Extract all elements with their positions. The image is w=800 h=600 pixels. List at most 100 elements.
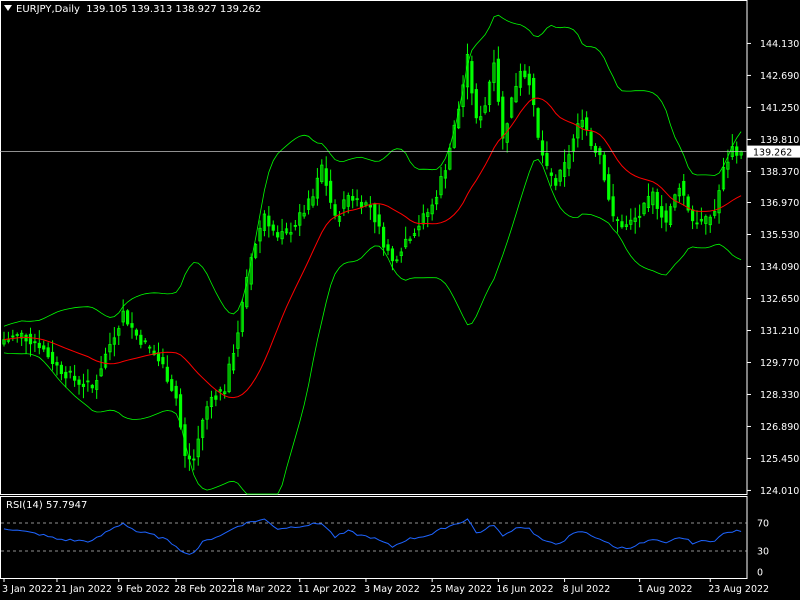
y-tick-label: 126.890 — [760, 422, 799, 433]
candle-body — [695, 222, 699, 225]
candle-body — [81, 383, 86, 387]
candle-body — [174, 385, 178, 399]
candle-body — [90, 384, 94, 389]
candle-body — [501, 96, 505, 139]
chevron-down-icon[interactable] — [4, 5, 12, 11]
ohlc-readout: 139.105 139.313 138.927 139.262 — [86, 4, 262, 15]
y-tick-label: 138.370 — [760, 167, 799, 178]
candle-body — [377, 214, 381, 227]
chart-canvas: 139.262 144.130 142.690 141.250 139.810 138.3… — [0, 0, 800, 600]
candle-body — [33, 341, 37, 344]
y-tick-label: 136.970 — [760, 198, 799, 209]
candle-body — [532, 77, 536, 106]
candle-body — [77, 379, 81, 385]
candle-body — [368, 204, 372, 208]
y-tick-label: 135.530 — [760, 230, 799, 241]
y-tick-label: 124.010 — [760, 486, 799, 497]
candle-body — [585, 117, 589, 131]
x-tick-label: 21 Jan 2022 — [55, 584, 112, 595]
rsi-tick-label: 0 — [757, 568, 763, 579]
candle-body — [11, 335, 15, 338]
candle-body — [293, 225, 297, 227]
candle-body — [161, 357, 165, 365]
candle-body — [474, 89, 478, 119]
candle-body — [690, 209, 695, 222]
x-tick-label: 11 Apr 2022 — [298, 584, 357, 595]
candle-body — [139, 334, 143, 345]
candle-body — [134, 329, 139, 336]
candle-body — [192, 458, 196, 461]
candle-body — [545, 152, 549, 166]
x-tick-label: 9 Feb 2022 — [117, 584, 170, 595]
y-tick-label: 142.690 — [760, 71, 799, 82]
rsi-tick-label: 70 — [757, 519, 769, 530]
candle-body — [28, 333, 33, 345]
candle-body — [382, 226, 386, 248]
candle-body — [37, 342, 41, 349]
x-tick-label: 23 Aug 2022 — [708, 584, 769, 595]
x-tick-label: 8 Jul 2022 — [563, 584, 611, 595]
candle-body — [523, 70, 527, 78]
candle-body — [664, 210, 668, 223]
candle-body — [156, 352, 161, 362]
x-tick-label: 25 May 2022 — [430, 584, 492, 595]
candle-body — [276, 232, 280, 238]
candle-body — [46, 347, 50, 358]
candle-body — [496, 58, 500, 102]
symbol-label: EURJPY,Daily — [16, 4, 80, 15]
y-tick-label: 141.250 — [760, 103, 799, 114]
candle-body — [549, 172, 553, 176]
y-tick-label: 134.090 — [760, 262, 799, 273]
x-tick-label: 18 Mar 2022 — [232, 584, 292, 595]
candle-body — [602, 154, 606, 181]
candle-body — [170, 379, 174, 391]
candle-body — [386, 244, 390, 251]
candle-body — [660, 206, 664, 218]
y-tick-label: 131.210 — [760, 326, 799, 337]
candle-body — [183, 424, 187, 456]
candle-body — [620, 221, 624, 228]
candle-body — [125, 310, 130, 325]
candle-body — [540, 140, 545, 156]
candle-body — [64, 371, 68, 379]
candle-body — [607, 174, 611, 200]
y-tick-label: 125.450 — [760, 454, 799, 465]
candle-body — [267, 215, 271, 227]
x-tick-label: 1 Aug 2022 — [638, 584, 693, 595]
candle-body — [333, 204, 337, 216]
y-tick-label: 144.130 — [760, 39, 799, 50]
candle-body — [536, 108, 540, 138]
candle-body — [329, 180, 333, 203]
candle-body — [178, 394, 183, 428]
rsi-header: RSI(14) 57.7947 — [6, 500, 88, 511]
x-tick-label: 16 Jun 2022 — [496, 584, 553, 595]
candle-body — [86, 380, 90, 383]
y-tick-label: 128.330 — [760, 390, 799, 401]
x-tick-label: 28 Feb 2022 — [174, 584, 233, 595]
y-tick-label: 129.770 — [760, 358, 799, 369]
candle-body — [655, 191, 659, 209]
candle-body — [359, 201, 364, 208]
candle-body — [165, 366, 169, 382]
x-tick-label: 3 Jan 2022 — [2, 584, 53, 595]
candle-body — [187, 455, 191, 460]
candle-body — [214, 395, 218, 400]
candle-body — [59, 364, 63, 375]
y-tick-label: 139.810 — [760, 135, 799, 146]
candle-body — [373, 203, 377, 223]
candle-body — [50, 351, 55, 365]
candle-body — [130, 323, 134, 328]
y-tick-label: 132.650 — [760, 294, 799, 305]
candle-body — [611, 196, 615, 217]
candle-body — [55, 362, 59, 366]
candle-body — [527, 73, 531, 86]
x-tick-label: 3 May 2022 — [364, 584, 420, 595]
chart-header[interactable]: EURJPY,Daily 139.105 139.313 138.927 139… — [4, 3, 261, 17]
candle-body — [470, 61, 474, 94]
candle-body — [554, 178, 558, 186]
candle-body — [271, 224, 275, 231]
candle-body — [24, 334, 28, 342]
candle-body — [351, 196, 355, 201]
candle-body — [682, 180, 686, 196]
rsi-tick-label: 30 — [757, 547, 769, 558]
